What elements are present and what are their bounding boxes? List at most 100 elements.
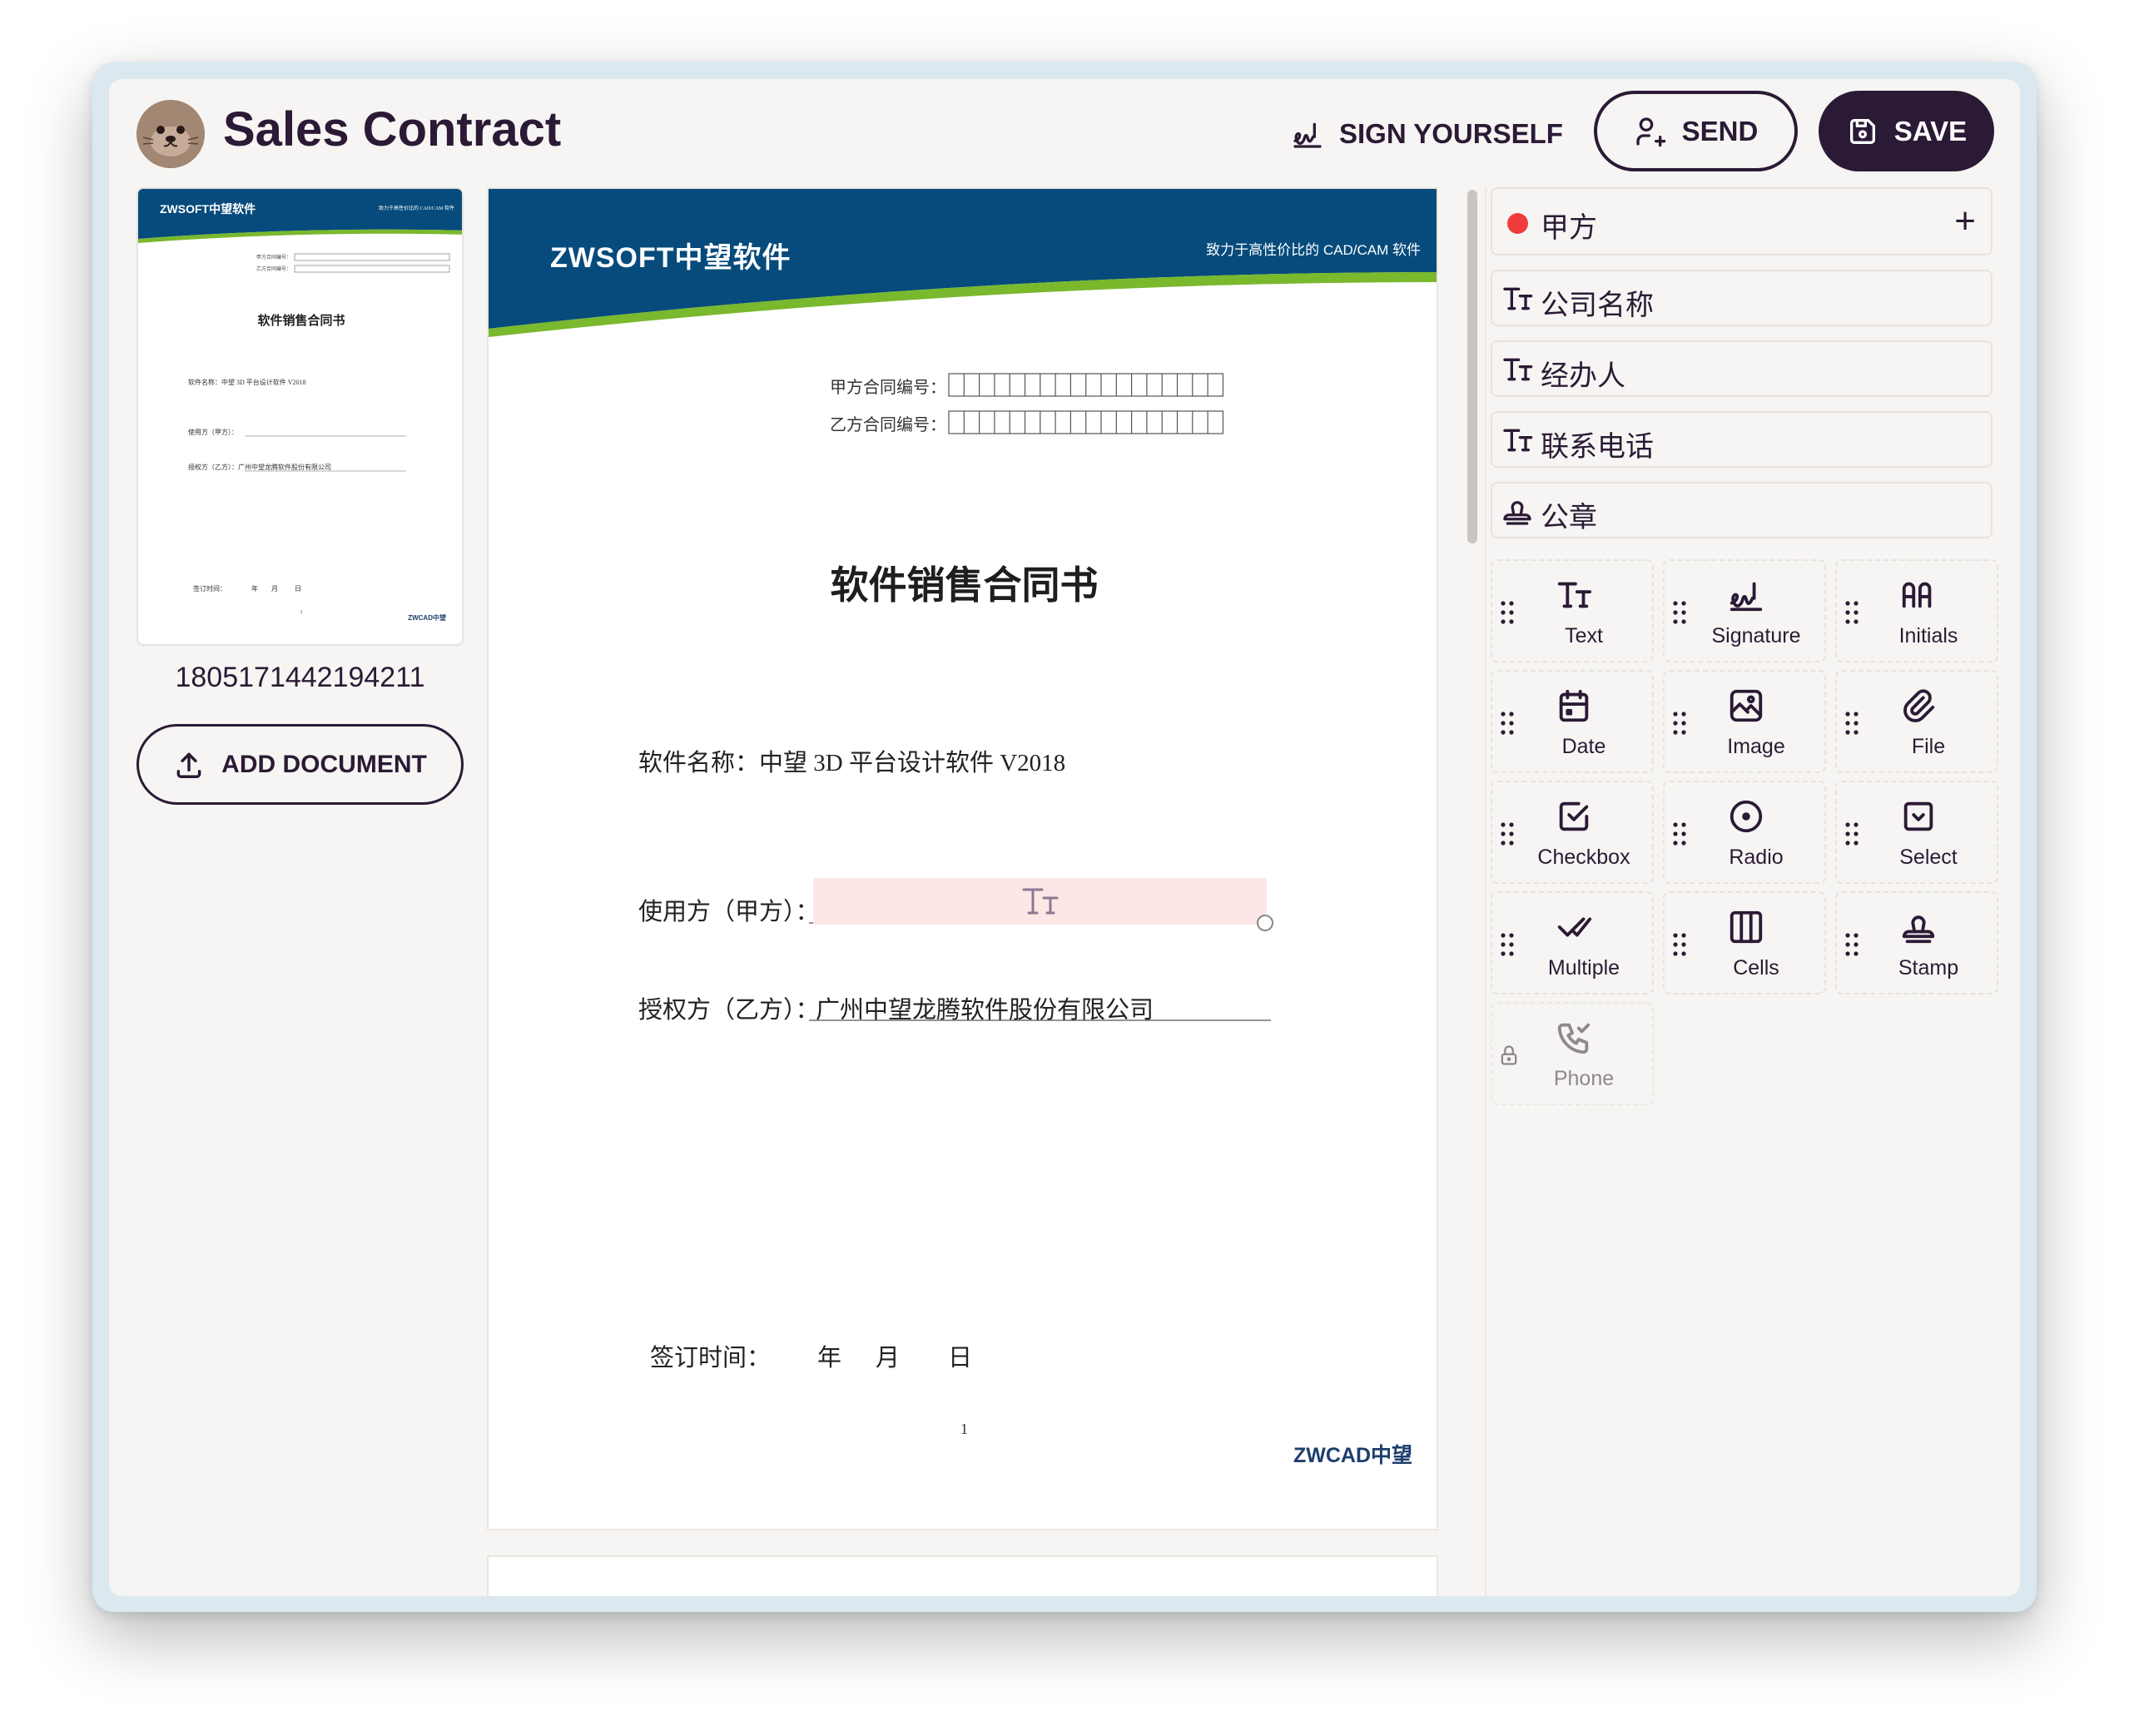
field-resize-handle[interactable] bbox=[1257, 915, 1273, 931]
document-page: ZWSOFT中望软件 致力于高性价比的 CAD/CAM 软件 甲方合同编号： 乙… bbox=[487, 187, 1438, 1530]
phone-icon bbox=[1555, 1019, 1593, 1057]
paperclip-icon bbox=[1899, 687, 1938, 725]
field-type-date[interactable]: Date bbox=[1491, 670, 1654, 773]
radio-icon bbox=[1727, 797, 1765, 836]
signature-icon bbox=[1293, 122, 1322, 148]
field-type-signature[interactable]: Signature bbox=[1663, 559, 1826, 662]
party-b-number-label: 乙方合同编号： bbox=[830, 416, 946, 434]
field-type-label: Multiple bbox=[1547, 956, 1620, 980]
thumb-sign: 签订时间： bbox=[193, 584, 226, 593]
initials-icon bbox=[1899, 576, 1938, 614]
party-a-number-label: 甲方合同编号： bbox=[830, 379, 946, 397]
thumb-b-no: 乙方合同编号： bbox=[256, 265, 291, 272]
stamp-icon bbox=[1501, 494, 1534, 528]
add-document-label: ADD DOCUMENT bbox=[221, 750, 427, 778]
text-field-placeholder[interactable] bbox=[813, 878, 1267, 925]
drag-handle-icon[interactable] bbox=[1499, 599, 1516, 626]
field-type-initials[interactable]: Initials bbox=[1835, 559, 1998, 662]
party-field-item[interactable]: 联系电话 bbox=[1491, 411, 1993, 468]
add-party-icon[interactable]: + bbox=[1954, 201, 1976, 242]
party-b-number-boxes bbox=[948, 410, 1223, 434]
party-field-label: 联系电话 bbox=[1541, 431, 1654, 463]
drag-handle-icon[interactable] bbox=[1671, 710, 1688, 737]
image-icon bbox=[1727, 687, 1765, 725]
thumb-software: 软件名称：中望 3D 平台设计软件 V2018 bbox=[188, 378, 306, 386]
field-type-select[interactable]: Select bbox=[1835, 781, 1998, 884]
banner-logo: ZWSOFT中望软件 bbox=[550, 242, 792, 274]
banner-tagline: 致力于高性价比的 CAD/CAM 软件 bbox=[1206, 242, 1421, 258]
save-button[interactable]: SAVE bbox=[1819, 91, 1994, 171]
party-field-item[interactable]: 公司名称 bbox=[1491, 270, 1993, 326]
add-document-button[interactable]: ADD DOCUMENT bbox=[136, 724, 464, 805]
checkbox-icon bbox=[1555, 797, 1593, 836]
field-type-cells[interactable]: Cells bbox=[1663, 891, 1826, 994]
drag-handle-icon[interactable] bbox=[1499, 931, 1516, 958]
field-type-text[interactable]: Text bbox=[1491, 559, 1654, 662]
field-type-label: Stamp bbox=[1898, 956, 1959, 980]
document-page-2 bbox=[487, 1555, 1438, 1596]
text-icon bbox=[1501, 353, 1534, 386]
document-id: 1805171442194211 bbox=[175, 662, 425, 693]
thumb-licensor: 授权方（乙方）：广州中望龙腾软件股份有限公司 bbox=[188, 463, 331, 471]
party-color-dot bbox=[1507, 213, 1528, 234]
party-selector[interactable]: 甲方 + bbox=[1491, 187, 1993, 255]
calendar-icon bbox=[1555, 687, 1593, 725]
add-user-icon bbox=[1635, 117, 1665, 146]
thumb-footer: ZWCAD中望 bbox=[408, 613, 446, 622]
thumb-year: 年 bbox=[251, 584, 258, 593]
field-type-label: Phone bbox=[1553, 1067, 1615, 1090]
stamp-icon bbox=[1899, 908, 1938, 946]
party-field-label: 公司名称 bbox=[1541, 290, 1654, 321]
party-field-label: 经办人 bbox=[1541, 360, 1625, 392]
document-thumbnail[interactable]: ZWSOFT中望软件 致力于高性价比的 CAD/CAM 软件 甲方合同编号： 乙… bbox=[136, 187, 464, 646]
party-a-number-boxes bbox=[948, 373, 1223, 397]
drag-handle-icon[interactable] bbox=[1844, 599, 1860, 626]
drag-handle-icon[interactable] bbox=[1671, 599, 1688, 626]
send-button[interactable]: SEND bbox=[1594, 91, 1798, 171]
field-type-stamp[interactable]: Stamp bbox=[1835, 891, 1998, 994]
sign-month: 月 bbox=[876, 1345, 901, 1371]
licensor-party-value: 广州中望龙腾软件股份有限公司 bbox=[816, 997, 1154, 1024]
cells-icon bbox=[1727, 908, 1765, 946]
footer-logo: ZWCAD中望 bbox=[1293, 1444, 1412, 1467]
seal-logo-icon[interactable] bbox=[136, 100, 205, 168]
upload-icon bbox=[176, 752, 201, 778]
save-icon bbox=[1849, 118, 1875, 144]
party-field-item[interactable]: 经办人 bbox=[1491, 340, 1993, 397]
drag-handle-icon[interactable] bbox=[1671, 931, 1688, 958]
select-icon bbox=[1899, 797, 1938, 836]
drag-handle-icon[interactable] bbox=[1671, 821, 1688, 847]
sign-year: 年 bbox=[817, 1345, 842, 1371]
thumb-page-number: 1 bbox=[300, 610, 303, 615]
drag-handle-icon[interactable] bbox=[1499, 710, 1516, 737]
field-type-label: Initials bbox=[1898, 624, 1958, 647]
thumb-a-no: 甲方合同编号： bbox=[256, 254, 291, 260]
thumb-month: 月 bbox=[271, 585, 278, 593]
scrollbar-thumb[interactable] bbox=[1467, 190, 1477, 543]
drag-handle-icon[interactable] bbox=[1844, 821, 1860, 847]
licensor-party-label: 授权方（乙方）： bbox=[638, 997, 820, 1024]
drag-handle-icon[interactable] bbox=[1844, 931, 1860, 958]
field-type-label: Signature bbox=[1711, 624, 1801, 647]
sign-day: 日 bbox=[948, 1345, 973, 1371]
field-type-label: Image bbox=[1727, 735, 1785, 758]
field-type-phone[interactable]: Phone bbox=[1491, 1002, 1654, 1105]
drag-handle-icon[interactable] bbox=[1499, 821, 1516, 847]
party-field-item[interactable]: 公章 bbox=[1491, 482, 1993, 538]
text-icon bbox=[1022, 888, 1058, 915]
thumb-tagline: 致力于高性价比的 CAD/CAM 软件 bbox=[379, 205, 454, 211]
field-type-checkbox[interactable]: Checkbox bbox=[1491, 781, 1654, 884]
field-type-image[interactable]: Image bbox=[1663, 670, 1826, 773]
field-type-file[interactable]: File bbox=[1835, 670, 1998, 773]
user-party-label: 使用方（甲方）： bbox=[638, 899, 820, 925]
field-type-multiple[interactable]: Multiple bbox=[1491, 891, 1654, 994]
drag-handle-icon[interactable] bbox=[1844, 710, 1860, 737]
sign-yourself-button[interactable]: SIGN YOURSELF bbox=[1291, 111, 1563, 157]
text-icon bbox=[1501, 424, 1534, 457]
field-type-label: Radio bbox=[1729, 846, 1784, 869]
send-label: SEND bbox=[1681, 115, 1759, 146]
save-label: SAVE bbox=[1893, 115, 1968, 146]
party-field-label: 公章 bbox=[1541, 502, 1597, 533]
field-type-radio[interactable]: Radio bbox=[1663, 781, 1826, 884]
header: Sales Contract SIGN YOURSELF SEND SAVE bbox=[109, 79, 2020, 187]
